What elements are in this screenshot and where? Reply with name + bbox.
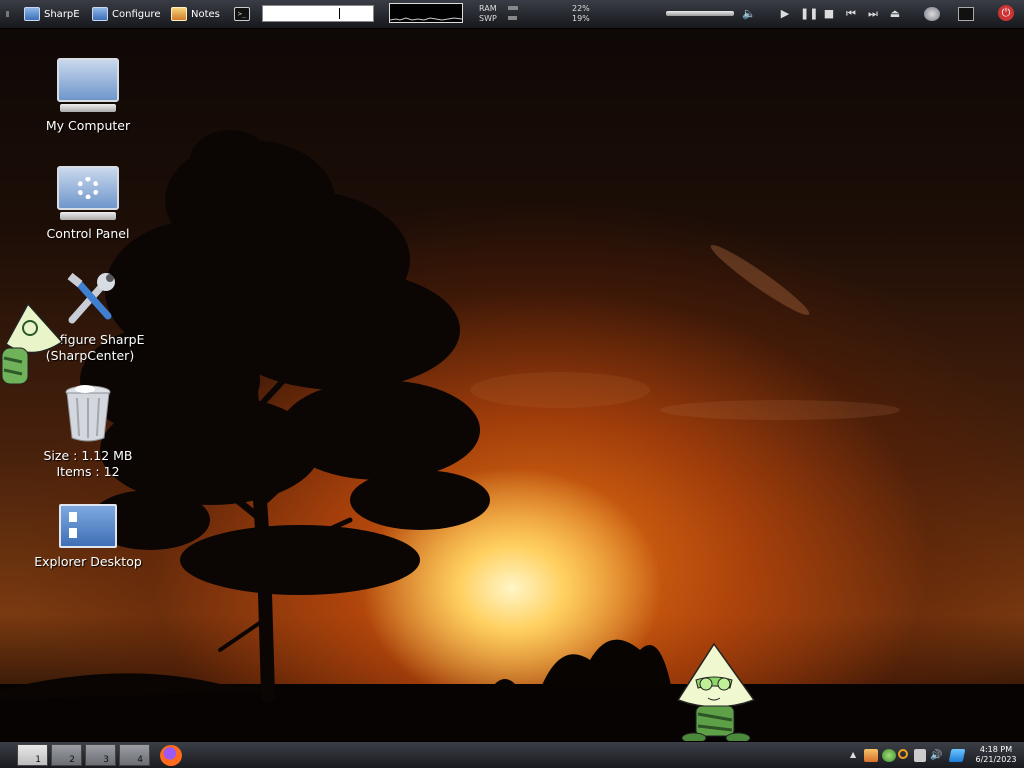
computer-icon	[24, 7, 40, 21]
eject-icon[interactable]: ⏏	[888, 7, 902, 21]
run-command-input[interactable]	[262, 5, 374, 22]
notes-tray-icon[interactable]	[864, 749, 878, 762]
tray-expand-arrow[interactable]: ▲	[850, 750, 856, 759]
console-icon[interactable]	[958, 7, 974, 21]
firefox-taskbar-icon[interactable]	[160, 745, 182, 766]
sharpe-menu-label: SharpE	[44, 8, 80, 20]
desktop-window-icon	[59, 504, 117, 548]
terminal-icon: >_	[234, 7, 250, 21]
desktop-wallpaper: SharpE Configure Notes >_ RAM SWP 22% 19…	[0, 0, 1024, 768]
play-icon[interactable]: ▶	[778, 7, 792, 21]
terminal-button[interactable]: >_	[234, 4, 250, 24]
media-player-icon[interactable]	[924, 7, 940, 21]
desktop-mascot-left[interactable]	[0, 302, 64, 398]
control-panel-icon[interactable]: Control Panel	[28, 166, 148, 242]
volume-slider[interactable]	[666, 11, 734, 16]
swp-label: SWP	[479, 14, 497, 23]
clock[interactable]: 4:18 PM 6/21/2023	[972, 745, 1020, 765]
stop-icon[interactable]: ■	[822, 7, 836, 21]
workspace-label: 1	[35, 755, 41, 765]
bottom-panel: 1 2 3 4 ▲ 🔊 4:18 PM 6/21/2023	[0, 741, 1024, 768]
notes-label: Notes	[191, 8, 220, 20]
notes-button[interactable]: Notes	[171, 4, 220, 24]
network-tray-icon[interactable]	[882, 749, 896, 762]
tools-icon	[62, 270, 118, 326]
workspace-label: 4	[137, 755, 143, 765]
explorer-desktop-icon[interactable]: Explorer Desktop	[28, 504, 148, 570]
trash-can-icon	[63, 384, 113, 442]
recycle-bin-size: Size : 1.12 MB	[43, 448, 133, 463]
previous-track-icon[interactable]: ⏮	[844, 7, 858, 21]
workspace-2-button[interactable]: 2	[51, 744, 82, 766]
workspace-label: 2	[69, 755, 75, 765]
monitor-icon	[92, 7, 108, 21]
control-panel-label: Control Panel	[46, 226, 130, 241]
clock-time: 4:18 PM	[979, 745, 1013, 754]
configure-button[interactable]: Configure	[92, 4, 160, 24]
volume-tray-icon[interactable]: 🔊	[930, 749, 944, 762]
my-computer-label: My Computer	[45, 118, 131, 133]
ram-bar	[508, 6, 518, 10]
workspace-4-button[interactable]: 4	[119, 744, 150, 766]
desktop-mascot-bottom[interactable]	[674, 640, 760, 748]
explorer-desktop-label: Explorer Desktop	[34, 554, 142, 569]
ram-percent: 22%	[572, 4, 590, 13]
clock-date: 6/21/2023	[975, 755, 1017, 764]
notes-icon	[171, 7, 187, 21]
recycle-bin-icon[interactable]: Size : 1.12 MB Items : 12	[28, 384, 148, 480]
text-cursor	[339, 8, 340, 19]
app-tray-icon[interactable]	[948, 749, 966, 762]
ram-label: RAM	[479, 4, 497, 13]
top-panel: SharpE Configure Notes >_ RAM SWP 22% 19…	[0, 0, 1024, 29]
swp-percent: 19%	[572, 14, 590, 23]
display-tray-icon[interactable]	[914, 749, 926, 762]
cpu-graph-line	[389, 17, 463, 21]
configure-label: Configure	[112, 8, 161, 20]
swp-bar	[508, 16, 517, 20]
computer-icon	[57, 58, 119, 112]
pause-icon[interactable]: ❚❚	[800, 7, 818, 21]
sunset-tree-scenery	[0, 130, 1024, 744]
gear-monitor-icon	[57, 166, 119, 220]
power-icon[interactable]: ⏻	[998, 5, 1014, 21]
sharpe-menu-button[interactable]: SharpE	[24, 4, 80, 24]
workspace-3-button[interactable]: 3	[85, 744, 116, 766]
recycle-bin-items: Items : 12	[56, 464, 120, 479]
workspace-1-button[interactable]: 1	[17, 744, 48, 766]
search-icon[interactable]	[898, 749, 908, 759]
gear-icon	[77, 177, 99, 199]
next-track-icon[interactable]: ⏭	[866, 7, 880, 21]
speaker-icon[interactable]: 🔈	[742, 7, 756, 21]
workspace-label: 3	[103, 755, 109, 765]
panel-grip[interactable]	[6, 11, 9, 17]
cpu-graph	[389, 3, 463, 23]
my-computer-icon[interactable]: My Computer	[28, 58, 148, 134]
